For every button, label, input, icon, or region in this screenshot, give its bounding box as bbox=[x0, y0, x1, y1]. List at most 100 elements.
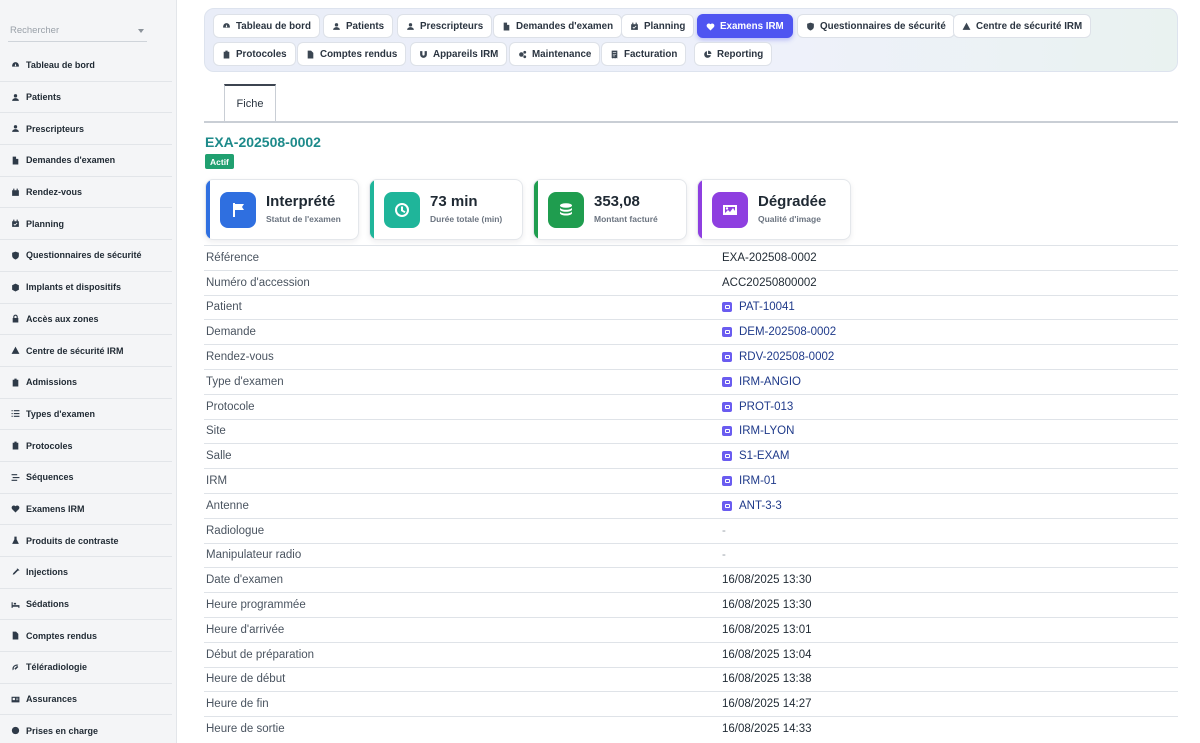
detail-row-heure-programmee: Heure programmée 16/08/2025 13:30 bbox=[204, 592, 1178, 617]
shield-icon bbox=[11, 251, 19, 260]
nav-pill-planning[interactable]: Planning bbox=[621, 14, 695, 38]
detail-value: IRM-LYON bbox=[739, 425, 795, 438]
detail-row-salle: Salle S1-EXAM bbox=[204, 443, 1178, 468]
detail-key: Manipulateur radio bbox=[206, 549, 302, 562]
sidebar-item-assurances[interactable]: Assurances bbox=[0, 684, 172, 716]
nav-pill-reporting[interactable]: Reporting bbox=[694, 42, 773, 66]
image-icon bbox=[723, 205, 737, 215]
nav-pill-appareils-irm[interactable]: Appareils IRM bbox=[410, 42, 508, 66]
nav-pill-label: Patients bbox=[346, 20, 385, 32]
sidebar-item-protocoles[interactable]: Protocoles bbox=[0, 430, 172, 462]
sidebar-item-planning[interactable]: Planning bbox=[0, 208, 172, 241]
detail-link[interactable]: PROT-013 bbox=[722, 401, 793, 413]
sidebar-search-input[interactable]: Rechercher bbox=[8, 20, 147, 42]
sidebar-item-label: Tableau de bord bbox=[26, 60, 95, 71]
sidebar-item-rendez-vous[interactable]: Rendez-vous bbox=[0, 177, 172, 209]
sidebar-item-teleradiologie[interactable]: Téléradiologie bbox=[0, 652, 172, 684]
detail-link[interactable]: RDV-202508-0002 bbox=[722, 351, 834, 363]
clipboard-list-icon bbox=[10, 441, 20, 451]
detail-value: ACC20250800002 bbox=[722, 276, 817, 289]
file-icon bbox=[12, 156, 18, 165]
clipboard-list-icon bbox=[12, 441, 18, 450]
nav-pill-facturation[interactable]: Facturation bbox=[601, 42, 687, 66]
sidebar-item-injections[interactable]: Injections bbox=[0, 557, 172, 589]
card-label: Durée totale (min) bbox=[430, 214, 503, 224]
sidebar-item-label: Planning bbox=[26, 218, 64, 229]
sidebar-item-sedations[interactable]: Sédations bbox=[0, 589, 172, 621]
chevron-down-icon[interactable] bbox=[138, 28, 144, 33]
calendar-icon bbox=[11, 188, 19, 196]
sidebar-item-questionnaires-de-securite[interactable]: Questionnaires de sécurité bbox=[0, 240, 172, 272]
sidebar-item-examens-irm[interactable]: Examens IRM bbox=[0, 494, 172, 526]
nav-pill-demandes-d-examen[interactable]: Demandes d'examen bbox=[493, 14, 623, 38]
detail-row-debut-de-preparation: Début de préparation 16/08/2025 13:04 bbox=[204, 641, 1178, 667]
sidebar-item-comptes-rendus[interactable]: Comptes rendus bbox=[0, 620, 172, 653]
sidebar-item-patients[interactable]: Patients bbox=[0, 82, 172, 114]
sidebar-item-prises-en-charge[interactable]: Prises en charge bbox=[0, 715, 172, 743]
nav-pill-label: Appareils IRM bbox=[433, 48, 499, 60]
tab-fiche[interactable]: Fiche bbox=[224, 84, 276, 122]
detail-key: Salle bbox=[206, 450, 232, 463]
satellite-icon bbox=[10, 662, 20, 672]
sidebar-item-sequences[interactable]: Séquences bbox=[0, 462, 172, 494]
detail-value: 16/08/2025 13:04 bbox=[722, 648, 812, 661]
detail-link[interactable]: ANT-3-3 bbox=[722, 500, 782, 512]
nav-pill-prescripteurs[interactable]: Prescripteurs bbox=[397, 14, 493, 38]
sidebar-item-demandes-d-examen[interactable]: Demandes d'examen bbox=[0, 145, 172, 177]
detail-link[interactable]: PAT-10041 bbox=[722, 301, 795, 313]
sidebar-item-types-d-examen[interactable]: Types d'examen bbox=[0, 399, 172, 431]
detail-key: Heure d'arrivée bbox=[206, 623, 285, 636]
user-icon bbox=[333, 22, 340, 30]
sidebar-item-implants-et-dispositifs[interactable]: Implants et dispositifs bbox=[0, 272, 172, 304]
link-icon bbox=[722, 376, 732, 387]
sidebar-item-label: Admissions bbox=[26, 377, 78, 388]
nav-pill-label: Centre de sécurité IRM bbox=[976, 20, 1083, 32]
sidebar-item-prescripteurs[interactable]: Prescripteurs bbox=[0, 113, 172, 146]
sidebar-item-label: Centre de sécurité IRM bbox=[26, 345, 124, 356]
nav-pill-maintenance[interactable]: Maintenance bbox=[509, 42, 601, 66]
nav-pill-label: Comptes rendus bbox=[320, 48, 398, 60]
detail-value: PROT-013 bbox=[739, 400, 794, 413]
top-navigation: Tableau de bord Patients Prescripteurs Dema… bbox=[204, 8, 1178, 72]
detail-link[interactable]: IRM-ANGIO bbox=[722, 376, 801, 388]
coins-icon bbox=[560, 203, 572, 216]
detail-value: 16/08/2025 13:30 bbox=[722, 574, 812, 587]
stat-card-duree-totale-min: 73 min Durée totale (min) bbox=[369, 179, 523, 240]
shield-icon bbox=[10, 250, 20, 260]
user-doctor-icon bbox=[407, 22, 414, 30]
sidebar-menu: Tableau de bord Patients Prescripteurs Dema… bbox=[0, 50, 172, 743]
detail-link[interactable]: IRM-LYON bbox=[722, 425, 794, 437]
detail-link[interactable]: S1-EXAM bbox=[722, 450, 790, 462]
sidebar-item-label: Produits de contraste bbox=[26, 535, 119, 546]
detail-link[interactable]: IRM-01 bbox=[722, 475, 777, 487]
detail-row-heure-de-sortie: Heure de sortie 16/08/2025 14:33 bbox=[204, 716, 1178, 741]
sidebar-item-label: Protocoles bbox=[26, 440, 73, 451]
sidebar-item-admissions[interactable]: Admissions bbox=[0, 367, 172, 399]
nav-pill-patients[interactable]: Patients bbox=[323, 14, 394, 38]
nav-pill-label: Prescripteurs bbox=[420, 20, 484, 32]
nav-pill-protocoles[interactable]: Protocoles bbox=[213, 42, 296, 66]
warning-icon bbox=[962, 22, 971, 30]
sidebar-item-centre-de-securite-irm[interactable]: Centre de sécurité IRM bbox=[0, 335, 172, 367]
detail-key: Patient bbox=[206, 301, 242, 314]
sidebar-item-tableau-de-bord[interactable]: Tableau de bord bbox=[0, 50, 172, 82]
nav-pill-questionnaires-de-securite[interactable]: Questionnaires de sécurité bbox=[797, 14, 955, 38]
detail-link[interactable]: DEM-202508-0002 bbox=[722, 326, 836, 338]
detail-value: 16/08/2025 13:30 bbox=[722, 599, 812, 612]
sidebar-item-label: Injections bbox=[26, 567, 69, 578]
user-doctor-icon bbox=[11, 125, 19, 133]
nav-pill-examens-irm[interactable]: Examens IRM bbox=[697, 14, 793, 38]
detail-key: Heure de fin bbox=[206, 698, 269, 711]
clock-icon bbox=[395, 203, 409, 217]
flag-icon bbox=[233, 203, 244, 217]
nav-pill-comptes-rendus[interactable]: Comptes rendus bbox=[297, 42, 407, 66]
detail-row-antenne: Antenne ANT-3-3 bbox=[204, 492, 1178, 518]
detail-key: Site bbox=[206, 425, 226, 438]
sidebar: Rechercher Tableau de bord Patients Prescr… bbox=[0, 0, 177, 743]
sidebar-item-acces-aux-zones[interactable]: Accès aux zones bbox=[0, 304, 172, 336]
list-icon bbox=[11, 410, 19, 418]
nav-pill-tableau-de-bord[interactable]: Tableau de bord bbox=[213, 14, 320, 38]
dashboard-icon bbox=[11, 61, 19, 67]
sidebar-item-produits-de-contraste[interactable]: Produits de contraste bbox=[0, 525, 172, 557]
nav-pill-centre-de-securite-irm[interactable]: Centre de sécurité IRM bbox=[953, 14, 1092, 38]
